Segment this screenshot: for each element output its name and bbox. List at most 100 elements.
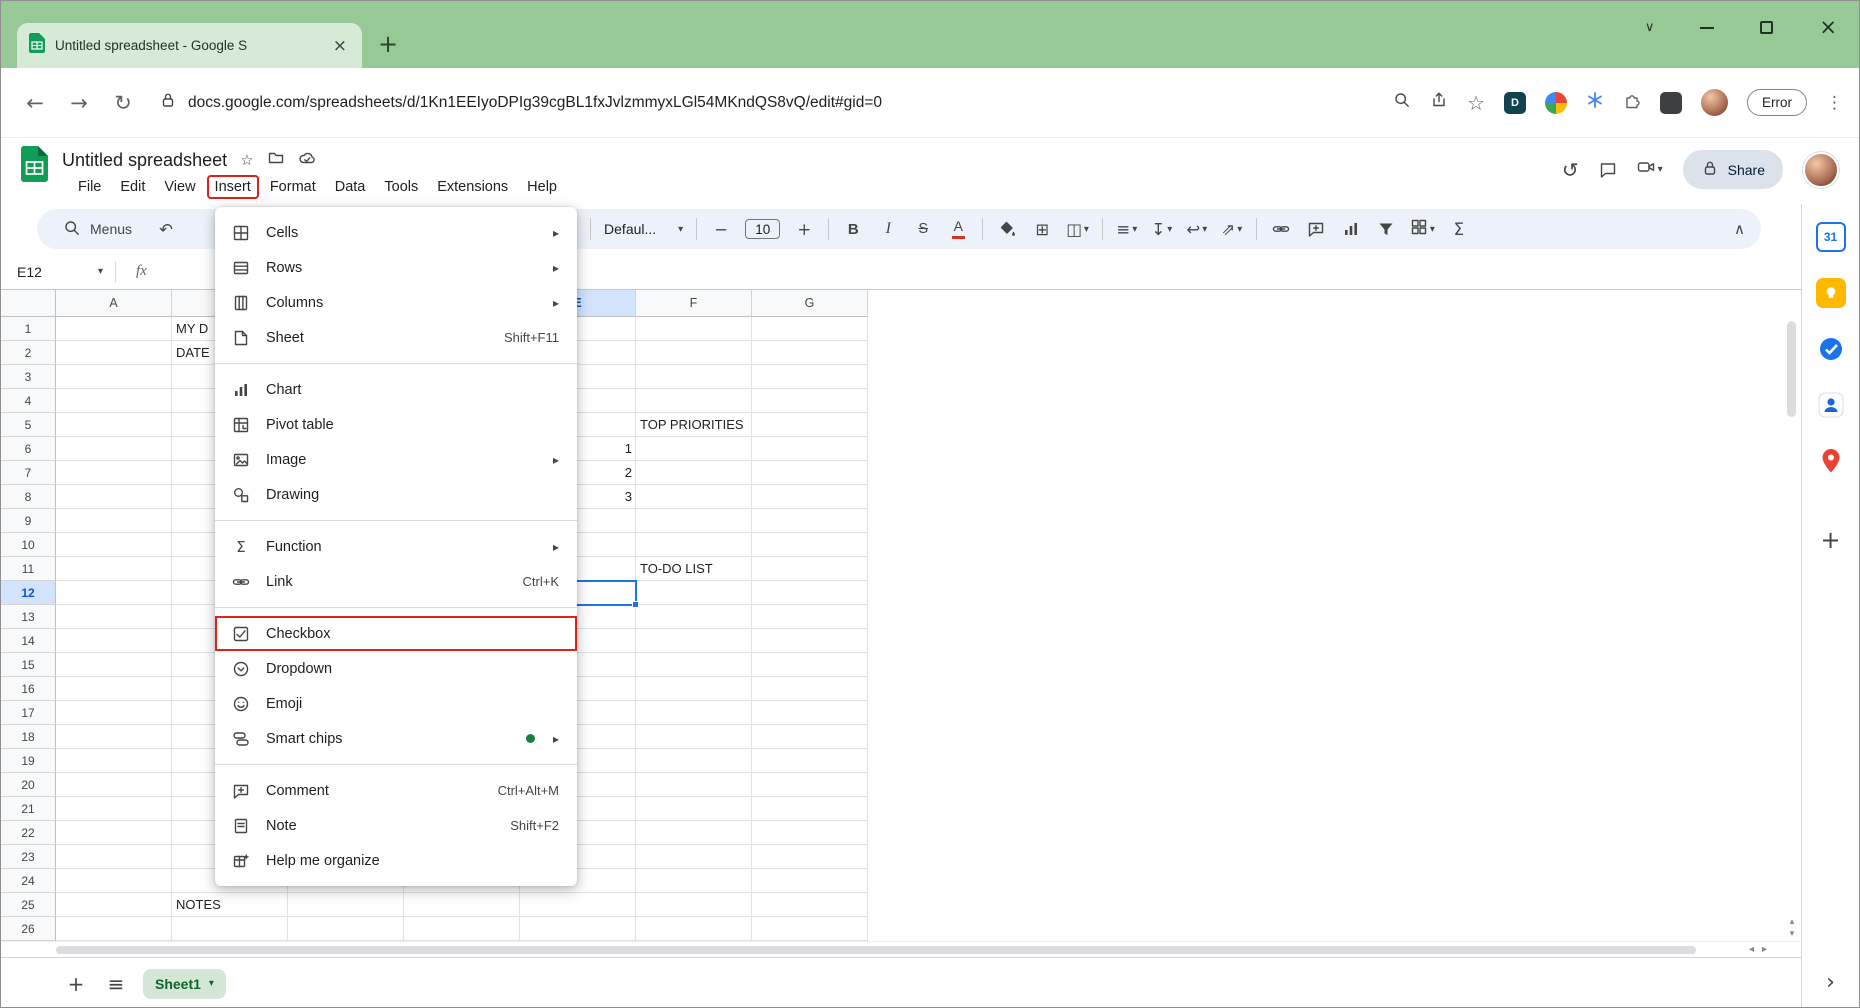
back-icon[interactable]: ← <box>17 85 53 121</box>
hide-side-panel-icon[interactable]: › <box>1826 970 1835 995</box>
select-all-corner[interactable] <box>1 290 56 317</box>
row-header-26[interactable]: 26 <box>1 917 56 941</box>
meet-icon[interactable]: ▾ <box>1637 158 1663 182</box>
insert-comment-button[interactable] <box>1305 217 1327 241</box>
sheets-logo-icon[interactable] <box>21 146 48 187</box>
account-avatar[interactable] <box>1803 152 1839 188</box>
font-size-input[interactable]: 10 <box>745 219 780 239</box>
row-header-2[interactable]: 2 <box>1 341 56 365</box>
get-addons-icon[interactable]: + <box>1820 526 1840 554</box>
column-header-G[interactable]: G <box>752 290 868 317</box>
undo-button[interactable]: ↶ <box>155 217 177 241</box>
star-icon[interactable]: ☆ <box>240 151 253 169</box>
scroll-up-icon[interactable]: ▴ <box>1790 917 1795 927</box>
tasks-icon[interactable] <box>1816 334 1846 364</box>
row-header-17[interactable]: 17 <box>1 701 56 725</box>
scroll-right-icon[interactable]: ▸ <box>1762 944 1767 955</box>
cell-F5[interactable]: TOP PRIORITIES <box>636 413 748 437</box>
insert-menu-item-chart[interactable]: Chart <box>215 372 577 407</box>
extension-d-icon[interactable]: D <box>1504 92 1526 114</box>
forward-icon[interactable]: → <box>61 85 97 121</box>
browser-tab[interactable]: Untitled spreadsheet - Google S × <box>17 23 362 68</box>
insert-menu-item-drawing[interactable]: Drawing <box>215 477 577 512</box>
name-box[interactable]: E12 ▾ <box>17 264 103 280</box>
tab-search-chevron-icon[interactable]: ∨ <box>1645 20 1655 35</box>
extension-dark-icon[interactable] <box>1660 92 1682 114</box>
column-header-A[interactable]: A <box>56 290 172 317</box>
insert-menu-item-help-me-organize[interactable]: Help me organize <box>215 843 577 878</box>
create-filter-button[interactable] <box>1375 217 1397 241</box>
extensions-puzzle-icon[interactable] <box>1623 91 1641 114</box>
row-header-4[interactable]: 4 <box>1 389 56 413</box>
fill-handle[interactable] <box>632 601 639 608</box>
row-header-1[interactable]: 1 <box>1 317 56 341</box>
insert-menu-item-comment[interactable]: CommentCtrl+Alt+M <box>215 773 577 808</box>
menu-file[interactable]: File <box>70 175 109 199</box>
text-rotation-button[interactable]: ⇗▾ <box>1221 217 1243 241</box>
insert-menu-item-note[interactable]: NoteShift+F2 <box>215 808 577 843</box>
hide-menus-chevron-icon[interactable]: ∧ <box>1734 220 1745 238</box>
row-header-20[interactable]: 20 <box>1 773 56 797</box>
insert-menu-item-cells[interactable]: Cells▸ <box>215 215 577 250</box>
menu-data[interactable]: Data <box>327 175 374 199</box>
row-header-9[interactable]: 9 <box>1 509 56 533</box>
filter-views-button[interactable]: ▾ <box>1410 217 1435 241</box>
insert-menu-item-emoji[interactable]: Emoji <box>215 686 577 721</box>
vertical-scroll-thumb[interactable] <box>1787 321 1796 417</box>
column-header-F[interactable]: F <box>636 290 752 317</box>
insert-menu-item-pivot-table[interactable]: Pivot table <box>215 407 577 442</box>
menu-help[interactable]: Help <box>519 175 565 199</box>
cell-F11[interactable]: TO-DO LIST <box>636 557 717 581</box>
calendar-icon[interactable]: 31 <box>1816 222 1846 252</box>
increase-font-button[interactable]: + <box>793 217 815 241</box>
functions-button[interactable]: Σ <box>1448 217 1470 241</box>
minimize-icon[interactable] <box>1700 27 1714 29</box>
browser-avatar[interactable] <box>1701 89 1728 116</box>
insert-chart-button[interactable] <box>1340 217 1362 241</box>
strikethrough-button[interactable]: S <box>912 217 934 241</box>
insert-menu-item-checkbox[interactable]: Checkbox <box>215 616 577 651</box>
bookmark-star-icon[interactable]: ☆ <box>1467 91 1485 115</box>
fill-color-button[interactable] <box>996 217 1018 241</box>
row-header-6[interactable]: 6 <box>1 437 56 461</box>
text-wrap-button[interactable]: ↩▾ <box>1186 217 1208 241</box>
close-icon[interactable]: × <box>1819 17 1837 38</box>
insert-menu-item-smart-chips[interactable]: Smart chips▸ <box>215 721 577 756</box>
horizontal-scrollbar[interactable]: ◂▸ <box>1 941 1801 957</box>
error-button[interactable]: Error <box>1747 89 1807 116</box>
all-sheets-button[interactable]: ≡ <box>103 972 129 996</box>
menu-format[interactable]: Format <box>262 175 324 199</box>
row-header-25[interactable]: 25 <box>1 893 56 917</box>
row-header-8[interactable]: 8 <box>1 485 56 509</box>
extension-snowflake-icon[interactable] <box>1586 91 1604 114</box>
address-bar[interactable]: docs.google.com/spreadsheets/d/1Kn1EEIyo… <box>149 91 1375 114</box>
vertical-align-button[interactable]: ↧▾ <box>1151 217 1173 241</box>
bold-button[interactable]: B <box>842 217 864 241</box>
borders-button[interactable]: ⊞ <box>1031 217 1053 241</box>
contacts-icon[interactable] <box>1816 390 1846 420</box>
extension-color-icon[interactable] <box>1545 92 1567 114</box>
row-header-16[interactable]: 16 <box>1 677 56 701</box>
new-tab-button[interactable]: + <box>378 32 398 56</box>
insert-menu-item-link[interactable]: LinkCtrl+K <box>215 564 577 599</box>
sheet-tab-active[interactable]: Sheet1 ▾ <box>143 969 226 999</box>
italic-button[interactable]: I <box>877 217 899 241</box>
text-color-button[interactable]: A <box>947 217 969 241</box>
move-folder-icon[interactable] <box>267 149 285 171</box>
menu-tools[interactable]: Tools <box>376 175 426 199</box>
cell-B2[interactable]: DATE <box>172 341 214 365</box>
menus-button[interactable]: Menus <box>53 214 142 245</box>
insert-menu-item-dropdown[interactable]: Dropdown <box>215 651 577 686</box>
share-button[interactable]: Share <box>1683 150 1783 189</box>
row-header-14[interactable]: 14 <box>1 629 56 653</box>
vertical-scrollbar[interactable]: ▴▾ <box>1786 317 1798 941</box>
insert-link-button[interactable] <box>1270 217 1292 241</box>
scroll-left-icon[interactable]: ◂ <box>1749 944 1754 955</box>
font-select[interactable]: Defaul... ▾ <box>604 221 683 237</box>
document-title[interactable]: Untitled spreadsheet <box>62 150 227 171</box>
row-header-3[interactable]: 3 <box>1 365 56 389</box>
insert-menu-item-columns[interactable]: Columns▸ <box>215 285 577 320</box>
comment-history-icon[interactable] <box>1599 161 1617 179</box>
horizontal-align-button[interactable]: ≡▾ <box>1116 217 1138 241</box>
maximize-icon[interactable] <box>1760 21 1773 34</box>
